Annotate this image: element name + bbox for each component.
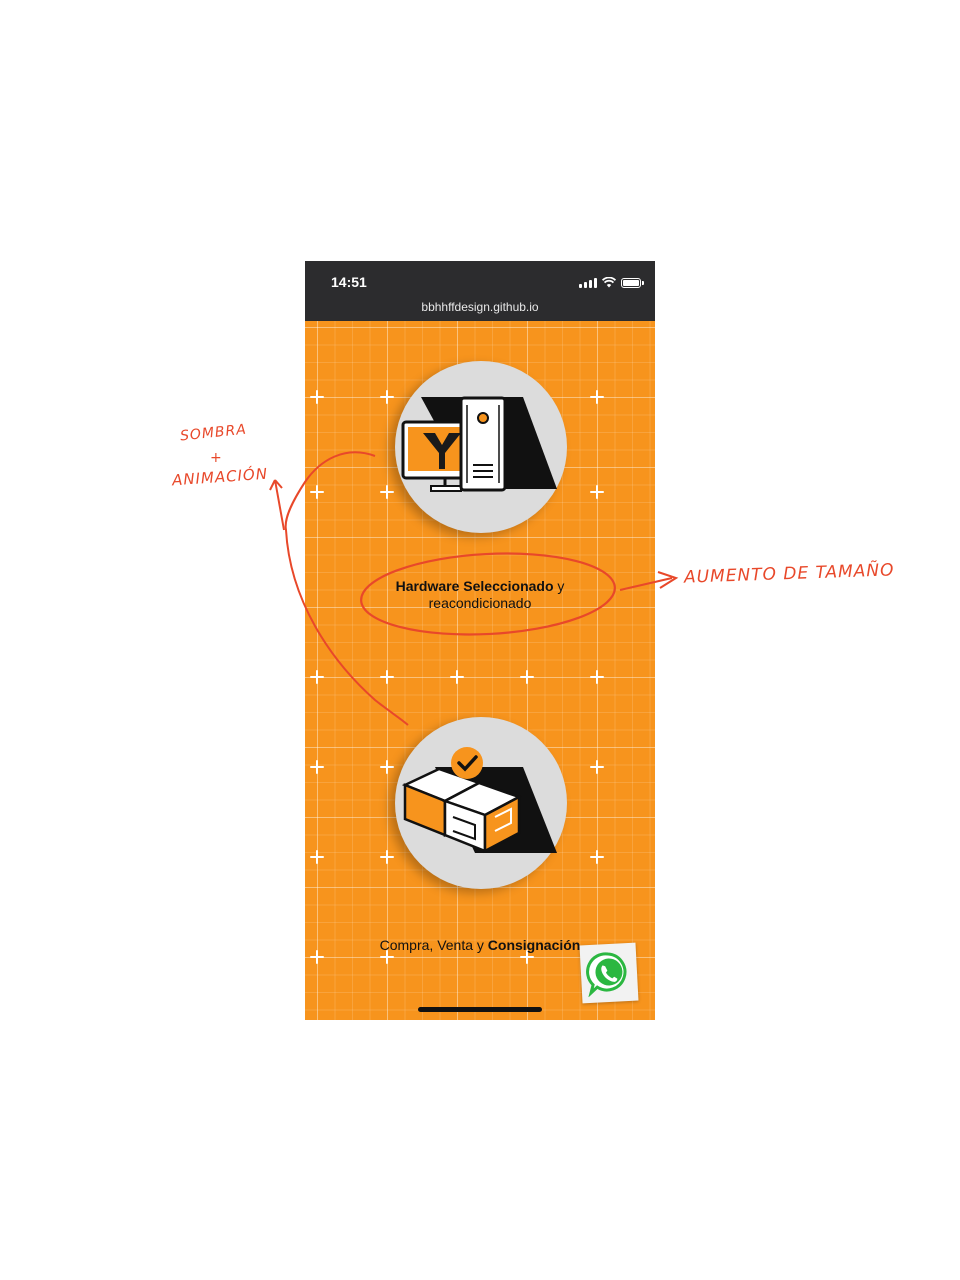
hardware-caption-line2: reacondicionado	[428, 595, 532, 611]
battery-icon	[621, 278, 644, 288]
address-bar-url[interactable]: bbhhffdesign.github.io	[305, 300, 655, 314]
sparkle-decoration	[380, 850, 394, 864]
hardware-caption: Hardware Seleccionado y reacondicionado	[305, 578, 655, 612]
sparkle-decoration	[310, 670, 324, 684]
sparkle-decoration	[450, 670, 464, 684]
sparkle-decoration	[310, 390, 324, 404]
hardware-caption-conjunction: y	[553, 578, 565, 594]
sparkle-decoration	[590, 760, 604, 774]
annotation-note-line2: +	[210, 450, 223, 466]
status-time: 14:51	[331, 274, 367, 290]
computer-hardware-icon	[401, 396, 557, 492]
whatsapp-button[interactable]	[579, 942, 639, 1004]
trade-caption-bold: Consignación	[487, 937, 581, 953]
sparkle-decoration	[310, 760, 324, 774]
sparkle-decoration	[590, 485, 604, 499]
sparkle-decoration	[590, 670, 604, 684]
hardware-card-icon[interactable]	[395, 361, 567, 533]
annotation-note-line3: ANIMACIÓN	[171, 464, 269, 490]
signal-icon	[579, 278, 597, 288]
sparkle-decoration	[380, 390, 394, 404]
home-indicator	[418, 1007, 542, 1012]
annotation-note-line1: SOMBRA	[179, 421, 248, 445]
annotation-note-size: AUMENTO DE TAMAÑO	[683, 560, 895, 588]
sparkle-decoration	[590, 850, 604, 864]
sparkle-decoration	[590, 390, 604, 404]
trade-caption-prefix: Compra, Venta y	[379, 937, 488, 953]
hardware-caption-bold: Hardware Seleccionado	[395, 578, 554, 594]
sparkle-decoration	[310, 485, 324, 499]
sparkle-decoration	[520, 670, 534, 684]
status-icons	[579, 276, 644, 288]
sparkle-decoration	[380, 760, 394, 774]
page-content: Hardware Seleccionado y reacondicionado …	[305, 321, 655, 1020]
sparkle-decoration	[380, 485, 394, 499]
boxes-check-icon	[401, 747, 557, 854]
whatsapp-icon	[586, 952, 627, 998]
trade-card-icon[interactable]	[395, 717, 567, 889]
phone-screen: 14:51 bbhhffdesign.github.io Hardware Se…	[305, 261, 655, 1020]
browser-status-bar: 14:51 bbhhffdesign.github.io	[305, 261, 655, 321]
sparkle-decoration	[310, 850, 324, 864]
sparkle-decoration	[380, 670, 394, 684]
wifi-icon	[602, 277, 616, 288]
